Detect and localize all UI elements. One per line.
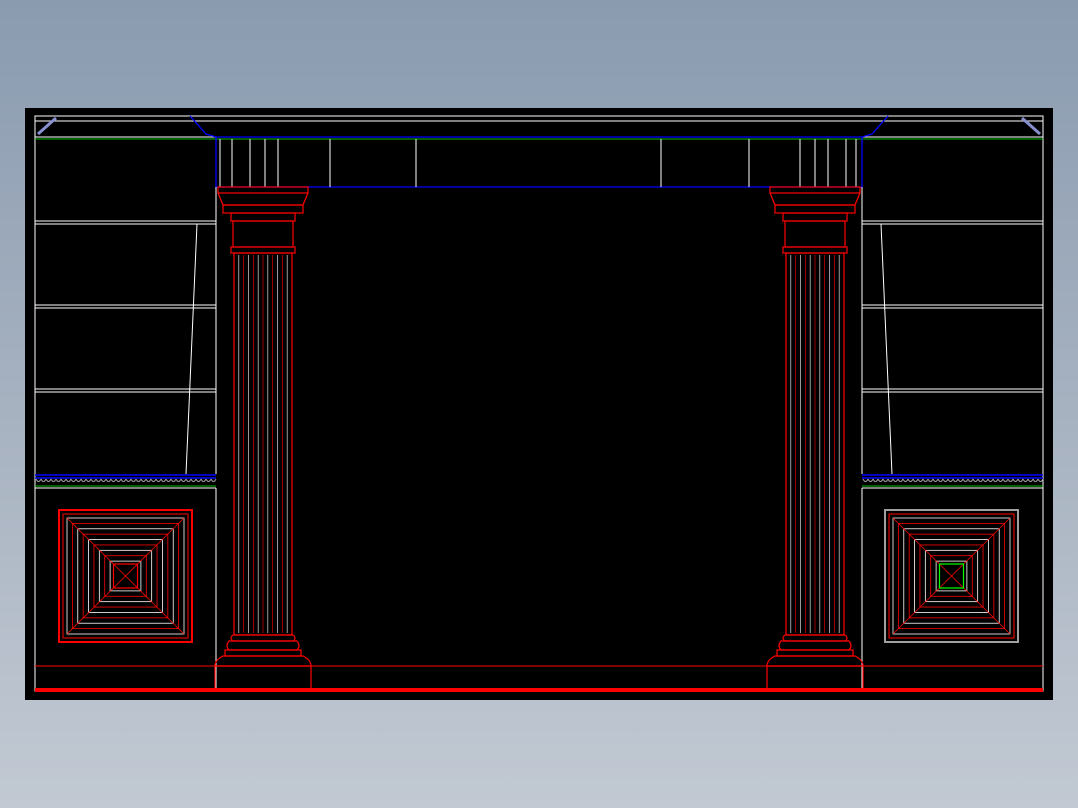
right-bookshelf [861, 187, 1043, 475]
entablature [35, 115, 1043, 188]
left-bookshelf [35, 187, 217, 475]
right-column [766, 186, 864, 691]
right-coffered-panel [884, 509, 1019, 643]
outer-frame [34, 115, 1044, 692]
dado-rails [35, 474, 1043, 690]
dentil-molding [35, 478, 1044, 482]
elevation-drawing [34, 115, 1044, 692]
cad-viewport[interactable] [25, 108, 1053, 700]
left-coffered-panel [58, 509, 193, 643]
base-lines [35, 665, 1043, 692]
corner-brackets [37, 116, 1041, 136]
left-column [214, 186, 312, 691]
